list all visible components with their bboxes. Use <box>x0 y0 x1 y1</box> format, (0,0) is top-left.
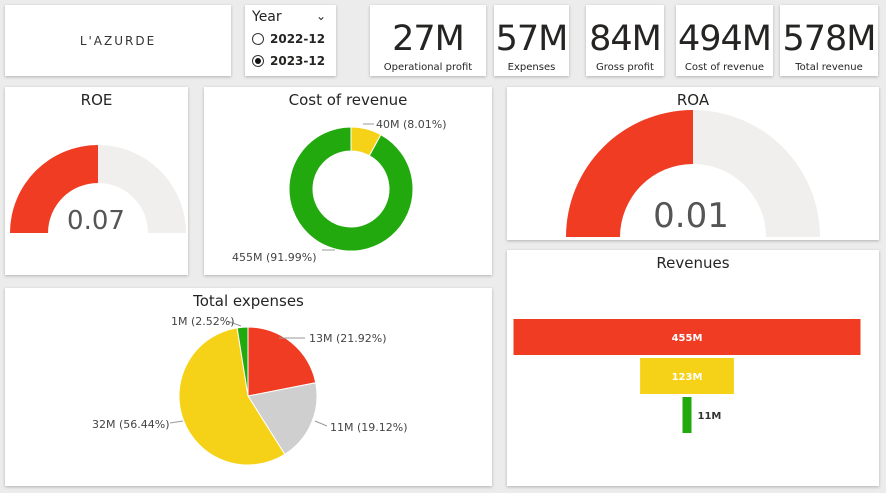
kpi-gross-profit: 84M Gross profit <box>586 5 664 76</box>
roa-card: ROA 0.01 <box>507 87 879 240</box>
kpi-label: Operational profit <box>383 62 473 73</box>
slice-label-yellow: 40M (8.01%) <box>376 118 447 131</box>
kpi-value: 494M <box>677 19 772 59</box>
leader-line <box>314 420 328 427</box>
kpi-value: 84M <box>589 19 662 59</box>
kpi-label: Expenses <box>507 62 556 73</box>
radio-2023[interactable] <box>252 55 264 67</box>
funnel-bar-2[interactable] <box>682 397 692 433</box>
kpi-value: 27M <box>392 19 465 59</box>
kpi-label: Total revenue <box>795 62 863 73</box>
kpi-value: 578M <box>782 19 876 59</box>
roe-card: ROE 0.07 <box>5 87 188 275</box>
chevron-down-icon[interactable]: ⌄ <box>316 9 326 23</box>
slicer-option-2022[interactable]: 2022-12 <box>252 32 325 46</box>
kpi-label: Cost of revenue <box>684 62 765 73</box>
slice-label-green: 455M (91.99%) <box>232 251 317 264</box>
kpi-total-revenue: 578M Total revenue <box>780 5 878 76</box>
slicer-option-label: 2022-12 <box>270 32 326 46</box>
slice-label-green: 1M (2.52%) <box>171 315 235 328</box>
funnel-bar-label-0: 455M <box>672 333 703 344</box>
kpi-cost-of-revenue: 494M Cost of revenue <box>676 5 773 76</box>
funnel-bar-label-1: 123M <box>672 372 703 383</box>
slice-label-red: 13M (21.92%) <box>309 332 387 345</box>
kpi-label: Gross profit <box>596 62 654 73</box>
leader-line <box>169 420 184 424</box>
kpi-value: 57M <box>495 19 569 59</box>
total-expenses-card: Total expenses 13M (21.92%) 11M (19.12%)… <box>5 288 492 486</box>
slice-label-yellow: 32M (56.44%) <box>92 418 170 431</box>
slice-label-gray: 11M (19.12%) <box>330 421 408 434</box>
slicer-option-label: 2023-12 <box>270 54 326 68</box>
slicer-title: Year <box>252 9 282 25</box>
logo-card: L'AZURDE <box>5 5 231 76</box>
year-slicer[interactable]: Year ⌄ 2022-12 2023-12 <box>245 5 336 76</box>
radio-2022[interactable] <box>252 33 264 45</box>
kpi-expenses: 57M Expenses <box>494 5 569 76</box>
cost-of-revenue-card: Cost of revenue 40M (8.01%) 455M (91.99%… <box>204 87 492 275</box>
kpi-operational-profit: 27M Operational profit <box>370 5 486 76</box>
slicer-option-2023[interactable]: 2023-12 <box>252 54 325 68</box>
gauge-value-label: 0.01 <box>653 196 729 236</box>
funnel-bar-label-2: 11M <box>698 411 722 422</box>
brand-logo: L'AZURDE <box>79 34 157 48</box>
pie-slice-1[interactable] <box>288 126 414 252</box>
revenues-card: Revenues 455M 123M 11M <box>507 250 879 486</box>
gauge-value-label: 0.07 <box>67 206 125 236</box>
